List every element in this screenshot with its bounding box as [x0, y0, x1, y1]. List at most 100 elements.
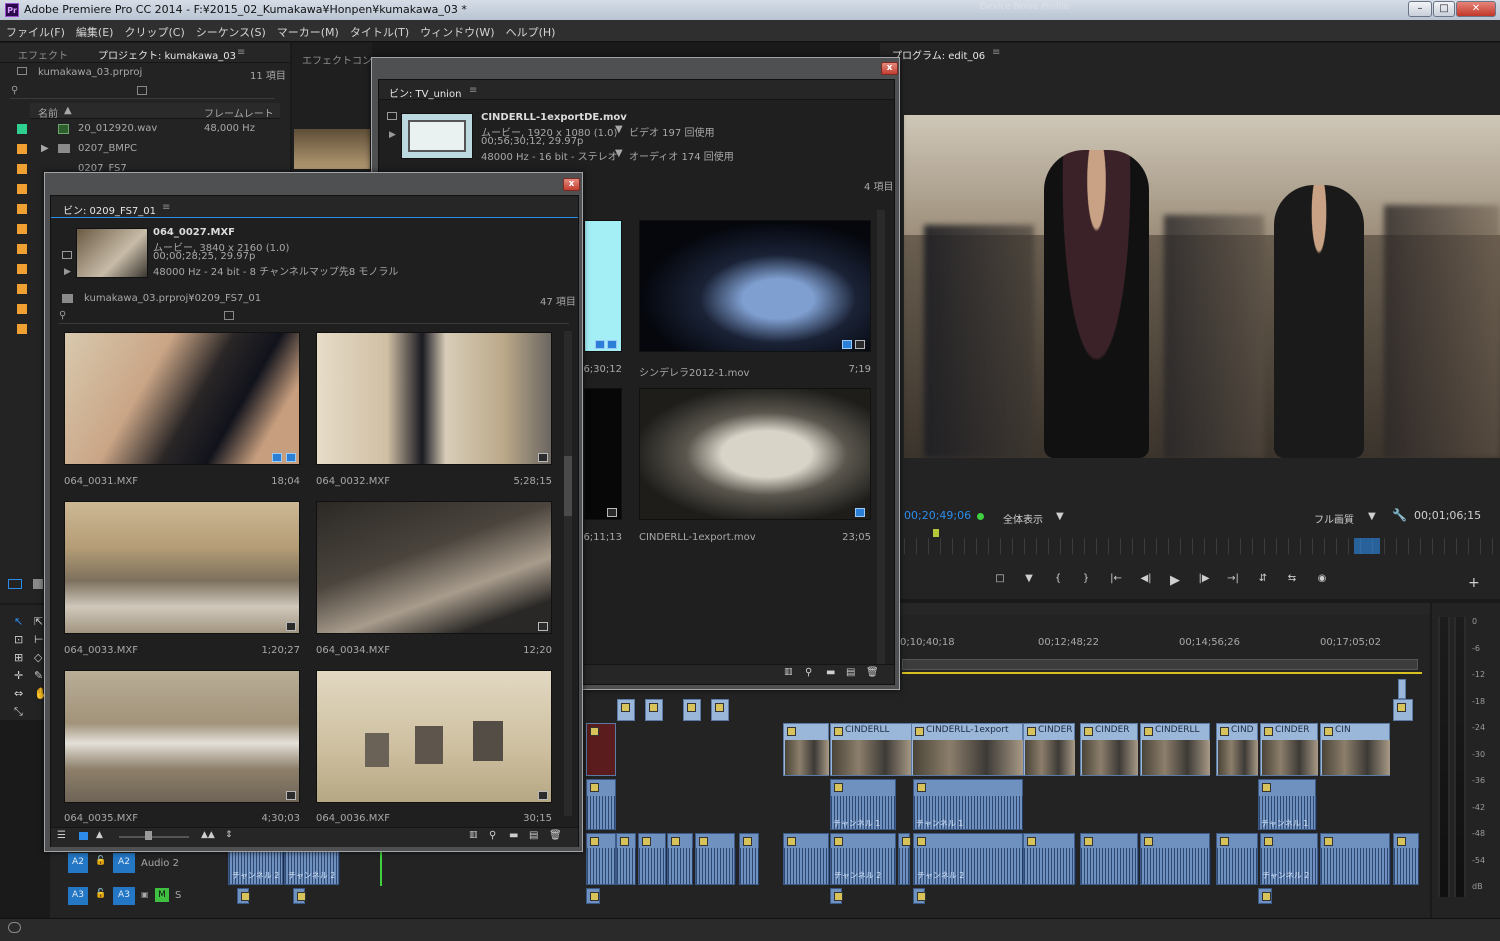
new-item-icon[interactable]: ▤	[529, 830, 538, 841]
thumbnail-zoom-slider[interactable]	[119, 836, 189, 838]
audio-clip[interactable]	[1140, 833, 1211, 885]
track-target-a3[interactable]: A3	[113, 887, 135, 905]
button-editor-add-icon[interactable]: +	[1468, 575, 1480, 591]
audio-clip[interactable]	[586, 888, 600, 904]
lift-icon[interactable]: ⇵	[1253, 573, 1273, 584]
scrollbar-thumb[interactable]	[564, 456, 572, 516]
audio-clip[interactable]	[667, 833, 694, 885]
step-back-icon[interactable]: ◀|	[1136, 573, 1156, 584]
video-clip[interactable]	[586, 723, 616, 776]
slide-tool-icon[interactable]: ⇔	[14, 687, 23, 700]
new-bin-icon[interactable]	[137, 86, 147, 95]
find-icon[interactable]: ⚲	[805, 667, 812, 678]
audio-clip[interactable]	[1258, 888, 1272, 904]
video-clip[interactable]	[683, 699, 701, 721]
audio-usage-dropdown[interactable]: ▼	[615, 148, 623, 159]
chevron-down-icon[interactable]: ▼	[1056, 511, 1064, 522]
clip-thumbnail[interactable]	[639, 220, 871, 352]
bin-search-input[interactable]	[59, 310, 569, 324]
chevron-down-icon[interactable]: ▼	[1368, 511, 1376, 522]
tab-effect-controls[interactable]: エフェクトコン	[302, 52, 372, 67]
tab-project[interactable]: プロジェクト: kumakawa_03	[98, 47, 236, 62]
list-view-icon[interactable]: ☰	[57, 830, 66, 841]
find-icon[interactable]: ⚲	[489, 830, 496, 841]
clip-thumbnail[interactable]	[639, 388, 871, 520]
video-clip[interactable]: CINDER	[1080, 723, 1138, 776]
tab-effects[interactable]: エフェクト	[18, 47, 68, 62]
go-to-in-icon[interactable]: |←	[1106, 573, 1126, 584]
safe-margins-icon[interactable]: □	[990, 573, 1010, 584]
project-row-name[interactable]: 20_012920.wav	[78, 123, 157, 134]
menu-sequence[interactable]: シーケンス(S)	[190, 20, 271, 42]
track-target-a2[interactable]: A2	[113, 853, 135, 873]
clip-thumbnail[interactable]	[584, 220, 622, 352]
slider-thumb[interactable]	[145, 831, 152, 840]
video-clip[interactable]	[617, 699, 635, 721]
menu-clip[interactable]: クリップ(C)	[118, 20, 189, 42]
voiceover-icon[interactable]: ▣	[141, 890, 149, 899]
video-clip[interactable]: CIN	[1320, 723, 1390, 776]
audio-clip[interactable]	[739, 833, 760, 885]
playhead-indicator[interactable]	[1354, 538, 1380, 554]
step-forward-icon[interactable]: |▶	[1194, 573, 1214, 584]
zoom-out-icon[interactable]: ▲	[96, 830, 103, 840]
menu-file[interactable]: ファイル(F)	[0, 20, 70, 42]
audio-clip[interactable]: チャンネル 1	[1258, 779, 1317, 830]
go-to-out-icon[interactable]: →|	[1223, 573, 1243, 584]
video-clip[interactable]: CINDER	[1260, 723, 1318, 776]
video-clip[interactable]: CINDER	[1023, 723, 1075, 776]
audio-clip[interactable]	[783, 833, 830, 885]
ripple-edit-tool-icon[interactable]: ⊡	[14, 633, 23, 646]
trash-icon[interactable]: 🗑	[866, 667, 879, 678]
zoom-tool-icon[interactable]: ⤡	[14, 705, 23, 719]
camera-icon[interactable]	[62, 251, 72, 259]
video-clip[interactable]	[1398, 679, 1406, 699]
timeline-zoom-scrollbar[interactable]	[902, 659, 1418, 670]
tab-bin-tv-union[interactable]: ビン: TV_union	[389, 85, 461, 100]
audio-clip[interactable]	[1216, 833, 1259, 885]
clip-thumbnail[interactable]	[584, 388, 622, 520]
extract-icon[interactable]: ⇆	[1282, 573, 1302, 584]
icon-view-icon[interactable]	[79, 832, 88, 840]
close-window-button[interactable]: ✕	[1456, 1, 1496, 17]
clip-name[interactable]: 064_0036.MXF	[316, 813, 390, 824]
play-preview-icon[interactable]: ▶	[389, 130, 396, 140]
audio-clip[interactable]	[586, 779, 617, 830]
program-panel-menu-icon[interactable]: ≡	[992, 47, 1000, 58]
audio-clip[interactable]	[1080, 833, 1139, 885]
audio-clip[interactable]	[586, 833, 617, 885]
camera-icon[interactable]	[387, 112, 397, 120]
settings-wrench-icon[interactable]: 🔧	[1392, 508, 1407, 522]
sort-icon[interactable]: ⇕	[225, 830, 233, 840]
tab-bin-fs7[interactable]: ビン: 0209_FS7_01	[63, 202, 156, 217]
new-item-icon[interactable]: ▤	[846, 667, 855, 678]
menu-marker[interactable]: マーカー(M)	[271, 20, 344, 42]
new-bin-icon[interactable]: ▬	[826, 667, 835, 678]
menu-edit[interactable]: 編集(E)	[70, 20, 119, 42]
play-icon[interactable]: ▶	[1165, 573, 1185, 588]
lock-icon[interactable]: 🔓	[95, 889, 106, 899]
audio-clip[interactable]	[1023, 833, 1076, 885]
audio-clip[interactable]	[616, 833, 637, 885]
export-frame-icon[interactable]: ◉	[1312, 573, 1332, 584]
project-panel-menu-icon[interactable]: ≡	[237, 47, 245, 58]
bin-scrollbar[interactable]	[564, 331, 572, 816]
timecode-in[interactable]: 00;20;49;06	[904, 509, 971, 522]
add-marker-icon[interactable]: ▼	[1019, 573, 1039, 584]
work-area-bar[interactable]	[902, 672, 1422, 674]
clip-name[interactable]: シンデレラ2012-1.mov	[639, 364, 749, 379]
clip-name[interactable]: 064_0033.MXF	[64, 645, 138, 656]
project-row-name[interactable]: 0207_BMPC	[78, 143, 137, 154]
audio-clip[interactable]	[898, 833, 911, 885]
clip-thumbnail[interactable]	[316, 670, 552, 803]
rate-stretch-tool-icon[interactable]: ⊞	[14, 651, 23, 664]
bin-menu-icon[interactable]: ≡	[469, 85, 477, 96]
icon-view-icon[interactable]	[33, 579, 43, 589]
clip-thumbnail[interactable]	[316, 501, 552, 634]
menu-window[interactable]: ウィンドウ(W)	[414, 20, 499, 42]
monitor-time-ruler[interactable]	[904, 538, 1500, 554]
window-title-bar[interactable]: Pr Adobe Premiere Pro CC 2014 - F:¥2015_…	[0, 0, 1500, 20]
clip-thumbnail[interactable]	[316, 332, 552, 465]
bin-menu-icon[interactable]: ≡	[162, 202, 170, 213]
razor-tool-icon[interactable]: ◇	[34, 651, 42, 664]
